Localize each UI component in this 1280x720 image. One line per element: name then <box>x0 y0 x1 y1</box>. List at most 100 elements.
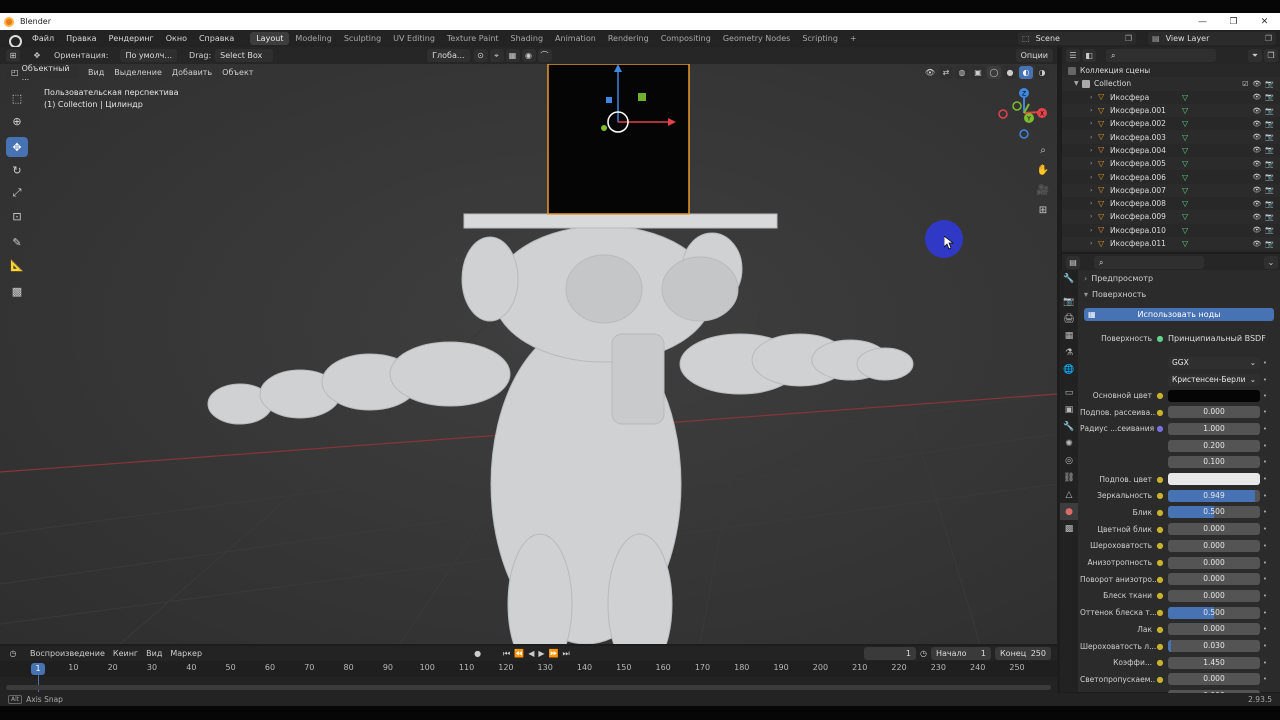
visibility-icon[interactable]: 👁 <box>1252 240 1261 248</box>
keyframe-dot-icon[interactable]: • <box>1260 442 1270 450</box>
menu-marker[interactable]: Маркер <box>170 649 202 658</box>
render-icon[interactable]: 📷 <box>1265 93 1274 101</box>
timeline-ruler[interactable]: 10 20 30 40 50 60 70 80 90 100 110 120 130 140 150 160 1… <box>0 661 1057 677</box>
new-scene-icon[interactable]: ❐ <box>1125 34 1132 43</box>
expand-icon[interactable]: › <box>1090 147 1098 154</box>
tab-texture-paint[interactable]: Texture Paint <box>441 32 505 45</box>
tab-rendering[interactable]: Rendering <box>602 32 655 45</box>
overlays-icon[interactable]: ◍ <box>955 66 969 79</box>
outliner-item[interactable]: › ▽ Икосфера.009 ▽ 👁 📷 <box>1062 210 1280 224</box>
mesh-data-icon[interactable]: ▽ <box>1182 239 1188 248</box>
base-color-swatch[interactable] <box>1168 389 1260 402</box>
gizmo-yz-plane[interactable] <box>638 93 646 101</box>
outliner-item[interactable]: › ▽ Икосфера.002 ▽ 👁 📷 <box>1062 117 1280 130</box>
menu-add[interactable]: Добавить <box>172 68 212 77</box>
mesh-data-icon[interactable]: ▽ <box>1182 133 1188 142</box>
exclude-checkbox-icon[interactable]: ☑ <box>1242 80 1248 88</box>
menu-select[interactable]: Выделение <box>114 68 162 77</box>
jump-end-icon[interactable]: ⏭ <box>563 649 570 659</box>
property-slider[interactable]: 0.000 <box>1168 589 1260 602</box>
drag-dropdown[interactable]: Select Box <box>215 49 274 62</box>
property-slider[interactable]: 0.000 <box>1168 623 1260 636</box>
menu-file[interactable]: Файл <box>26 34 60 43</box>
render-icon[interactable]: 📷 <box>1265 173 1274 181</box>
tab-compositing[interactable]: Compositing <box>655 32 717 45</box>
properties-editor-icon[interactable]: ▤ <box>1066 256 1080 269</box>
expand-icon[interactable]: › <box>1090 134 1098 141</box>
measure-tool-icon[interactable]: 📐 <box>6 255 28 275</box>
material-tab-icon[interactable]: ● <box>1060 503 1078 520</box>
render-icon[interactable]: 📷 <box>1265 213 1274 221</box>
render-icon[interactable]: 📷 <box>1265 133 1274 141</box>
outliner-item[interactable]: › ▽ Икосфера.006 ▽ 👁 📷 <box>1062 170 1280 183</box>
transform-orientation-dropdown[interactable]: Глоба... <box>427 49 470 62</box>
play-icon[interactable]: ▶ <box>538 649 544 658</box>
keyframe-dot-icon[interactable]: • <box>1260 559 1270 567</box>
tool-tab-icon[interactable]: 🔧 <box>1060 270 1078 287</box>
solid-shading-icon[interactable]: ● <box>1003 66 1017 79</box>
pivot-icon[interactable]: ⊙ <box>473 49 488 62</box>
expand-icon[interactable]: › <box>1090 174 1098 181</box>
expand-icon[interactable]: › <box>1090 227 1098 234</box>
zoom-icon[interactable]: ⌕ <box>1035 143 1051 159</box>
add-cube-tool-icon[interactable]: ▩ <box>6 281 28 301</box>
keyframe-dot-icon[interactable]: • <box>1260 625 1270 633</box>
physics-tab-icon[interactable]: ◎ <box>1060 452 1078 469</box>
properties-search-input[interactable]: ⌕ <box>1094 256 1204 269</box>
current-frame-field[interactable]: 1 <box>864 647 917 660</box>
mesh-data-icon[interactable]: ▽ <box>1182 186 1188 195</box>
outliner-item[interactable]: › ▽ Икосфера.011 ▽ 👁 📷 <box>1062 236 1280 251</box>
minimize-button[interactable]: — <box>1187 17 1218 27</box>
keyframe-dot-icon[interactable]: • <box>1260 642 1270 650</box>
options-chevron-icon[interactable]: ⌄ <box>1264 256 1278 269</box>
mesh-data-icon[interactable]: ▽ <box>1182 146 1188 155</box>
close-button[interactable]: ✕ <box>1249 17 1280 27</box>
keyframe-dot-icon[interactable]: • <box>1260 359 1270 367</box>
add-workspace-button[interactable]: + <box>844 34 863 43</box>
visibility-icon[interactable]: 👁 <box>1252 200 1261 208</box>
object-tab-icon[interactable]: ▣ <box>1060 401 1078 418</box>
render-icon[interactable]: 📷 <box>1265 107 1274 115</box>
keyframe-dot-icon[interactable]: • <box>1260 408 1270 416</box>
prev-keyframe-icon[interactable]: ⏪ <box>514 649 524 658</box>
outliner-item[interactable]: › ▽ Икосфера.003 ▽ 👁 📷 <box>1062 130 1280 144</box>
maximize-button[interactable]: ❐ <box>1218 17 1249 27</box>
tab-modeling[interactable]: Modeling <box>289 32 337 45</box>
mesh-data-icon[interactable]: ▽ <box>1182 212 1188 221</box>
outliner-item[interactable]: › ▽ Икосфера.008 ▽ 👁 📷 <box>1062 197 1280 210</box>
keyframe-dot-icon[interactable]: • <box>1260 425 1270 433</box>
render-icon[interactable]: 📷 <box>1265 120 1274 128</box>
outliner-item[interactable]: › ▽ Икосфера.007 ▽ 👁 📷 <box>1062 183 1280 197</box>
property-slider[interactable]: 1.000 <box>1168 422 1260 435</box>
keyframe-dot-icon[interactable]: • <box>1260 492 1270 500</box>
character-model[interactable] <box>207 225 914 644</box>
scene-selector[interactable]: ⬚ Scene ❐ <box>1018 32 1136 45</box>
keyframe-dot-icon[interactable]: • <box>1260 675 1270 683</box>
property-slider[interactable]: 1.450 <box>1168 656 1260 669</box>
expand-icon[interactable]: › <box>1090 160 1098 167</box>
nav-neg-y-circle[interactable] <box>1012 101 1022 111</box>
world-tab-icon[interactable]: 🌐 <box>1060 361 1078 378</box>
tab-geometry-nodes[interactable]: Geometry Nodes <box>717 32 796 45</box>
move-tool-button-icon[interactable]: ✥ <box>6 137 28 157</box>
view-layer-selector[interactable]: ▤ View Layer ❐ <box>1148 32 1276 45</box>
expand-icon[interactable]: ▼ <box>1074 80 1082 87</box>
new-view-layer-icon[interactable]: ❐ <box>1265 34 1272 43</box>
mesh-data-icon[interactable]: ▽ <box>1182 93 1188 102</box>
snap-icon[interactable]: ⌖ <box>489 49 504 62</box>
proportional-edit-icon[interactable]: ◉ <box>521 49 536 62</box>
render-icon[interactable]: 📷 <box>1265 240 1274 248</box>
keyframe-dot-icon[interactable]: • <box>1260 508 1270 516</box>
keyframe-dot-icon[interactable]: • <box>1260 592 1270 600</box>
display-mode-icon[interactable]: ◧ <box>1082 49 1096 62</box>
tab-layout[interactable]: Layout <box>250 32 290 45</box>
expand-icon[interactable]: › <box>1090 213 1098 220</box>
property-slider[interactable]: 0.030 <box>1168 640 1260 652</box>
hat-brim[interactable] <box>463 213 778 229</box>
keyframe-dot-icon[interactable]: • <box>1260 525 1270 533</box>
3d-viewport[interactable] <box>0 64 1057 644</box>
expand-icon[interactable]: › <box>1090 107 1098 114</box>
menu-help[interactable]: Справка <box>193 34 240 43</box>
menu-playback[interactable]: Воспроизведение <box>30 649 105 658</box>
expand-icon[interactable]: › <box>1090 94 1098 101</box>
